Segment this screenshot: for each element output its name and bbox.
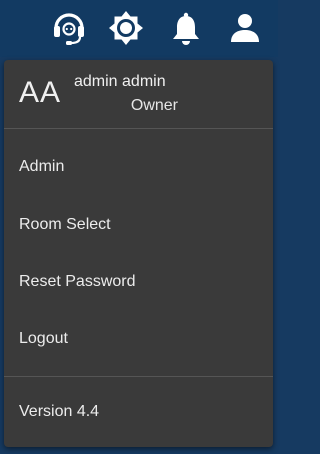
version-label: Version 4.4: [19, 403, 100, 420]
user-initials: AA: [19, 76, 62, 109]
settings-icon[interactable]: [106, 8, 146, 48]
menu-item-label: Reset Password: [19, 273, 136, 290]
top-bar: [0, 0, 278, 57]
menu-item-logout[interactable]: Logout: [4, 310, 273, 368]
user-header: AA admin admin Owner: [4, 60, 273, 128]
user-name: admin admin: [74, 73, 166, 90]
menu-item-label: Logout: [19, 330, 68, 347]
user-menu-dropdown: AA admin admin Owner Admin Room Select R…: [4, 60, 273, 447]
menu-item-label: Admin: [19, 158, 65, 175]
bell-icon[interactable]: [166, 8, 206, 48]
divider: [4, 376, 273, 377]
headset-icon[interactable]: [49, 8, 89, 48]
user-role: Owner: [130, 97, 178, 114]
menu-item-label: Room Select: [19, 216, 111, 233]
menu-item-admin[interactable]: Admin: [4, 138, 273, 196]
menu-item-reset-password[interactable]: Reset Password: [4, 253, 273, 311]
user-icon[interactable]: [225, 8, 265, 48]
divider: [4, 128, 273, 129]
menu-item-room-select[interactable]: Room Select: [4, 196, 273, 254]
